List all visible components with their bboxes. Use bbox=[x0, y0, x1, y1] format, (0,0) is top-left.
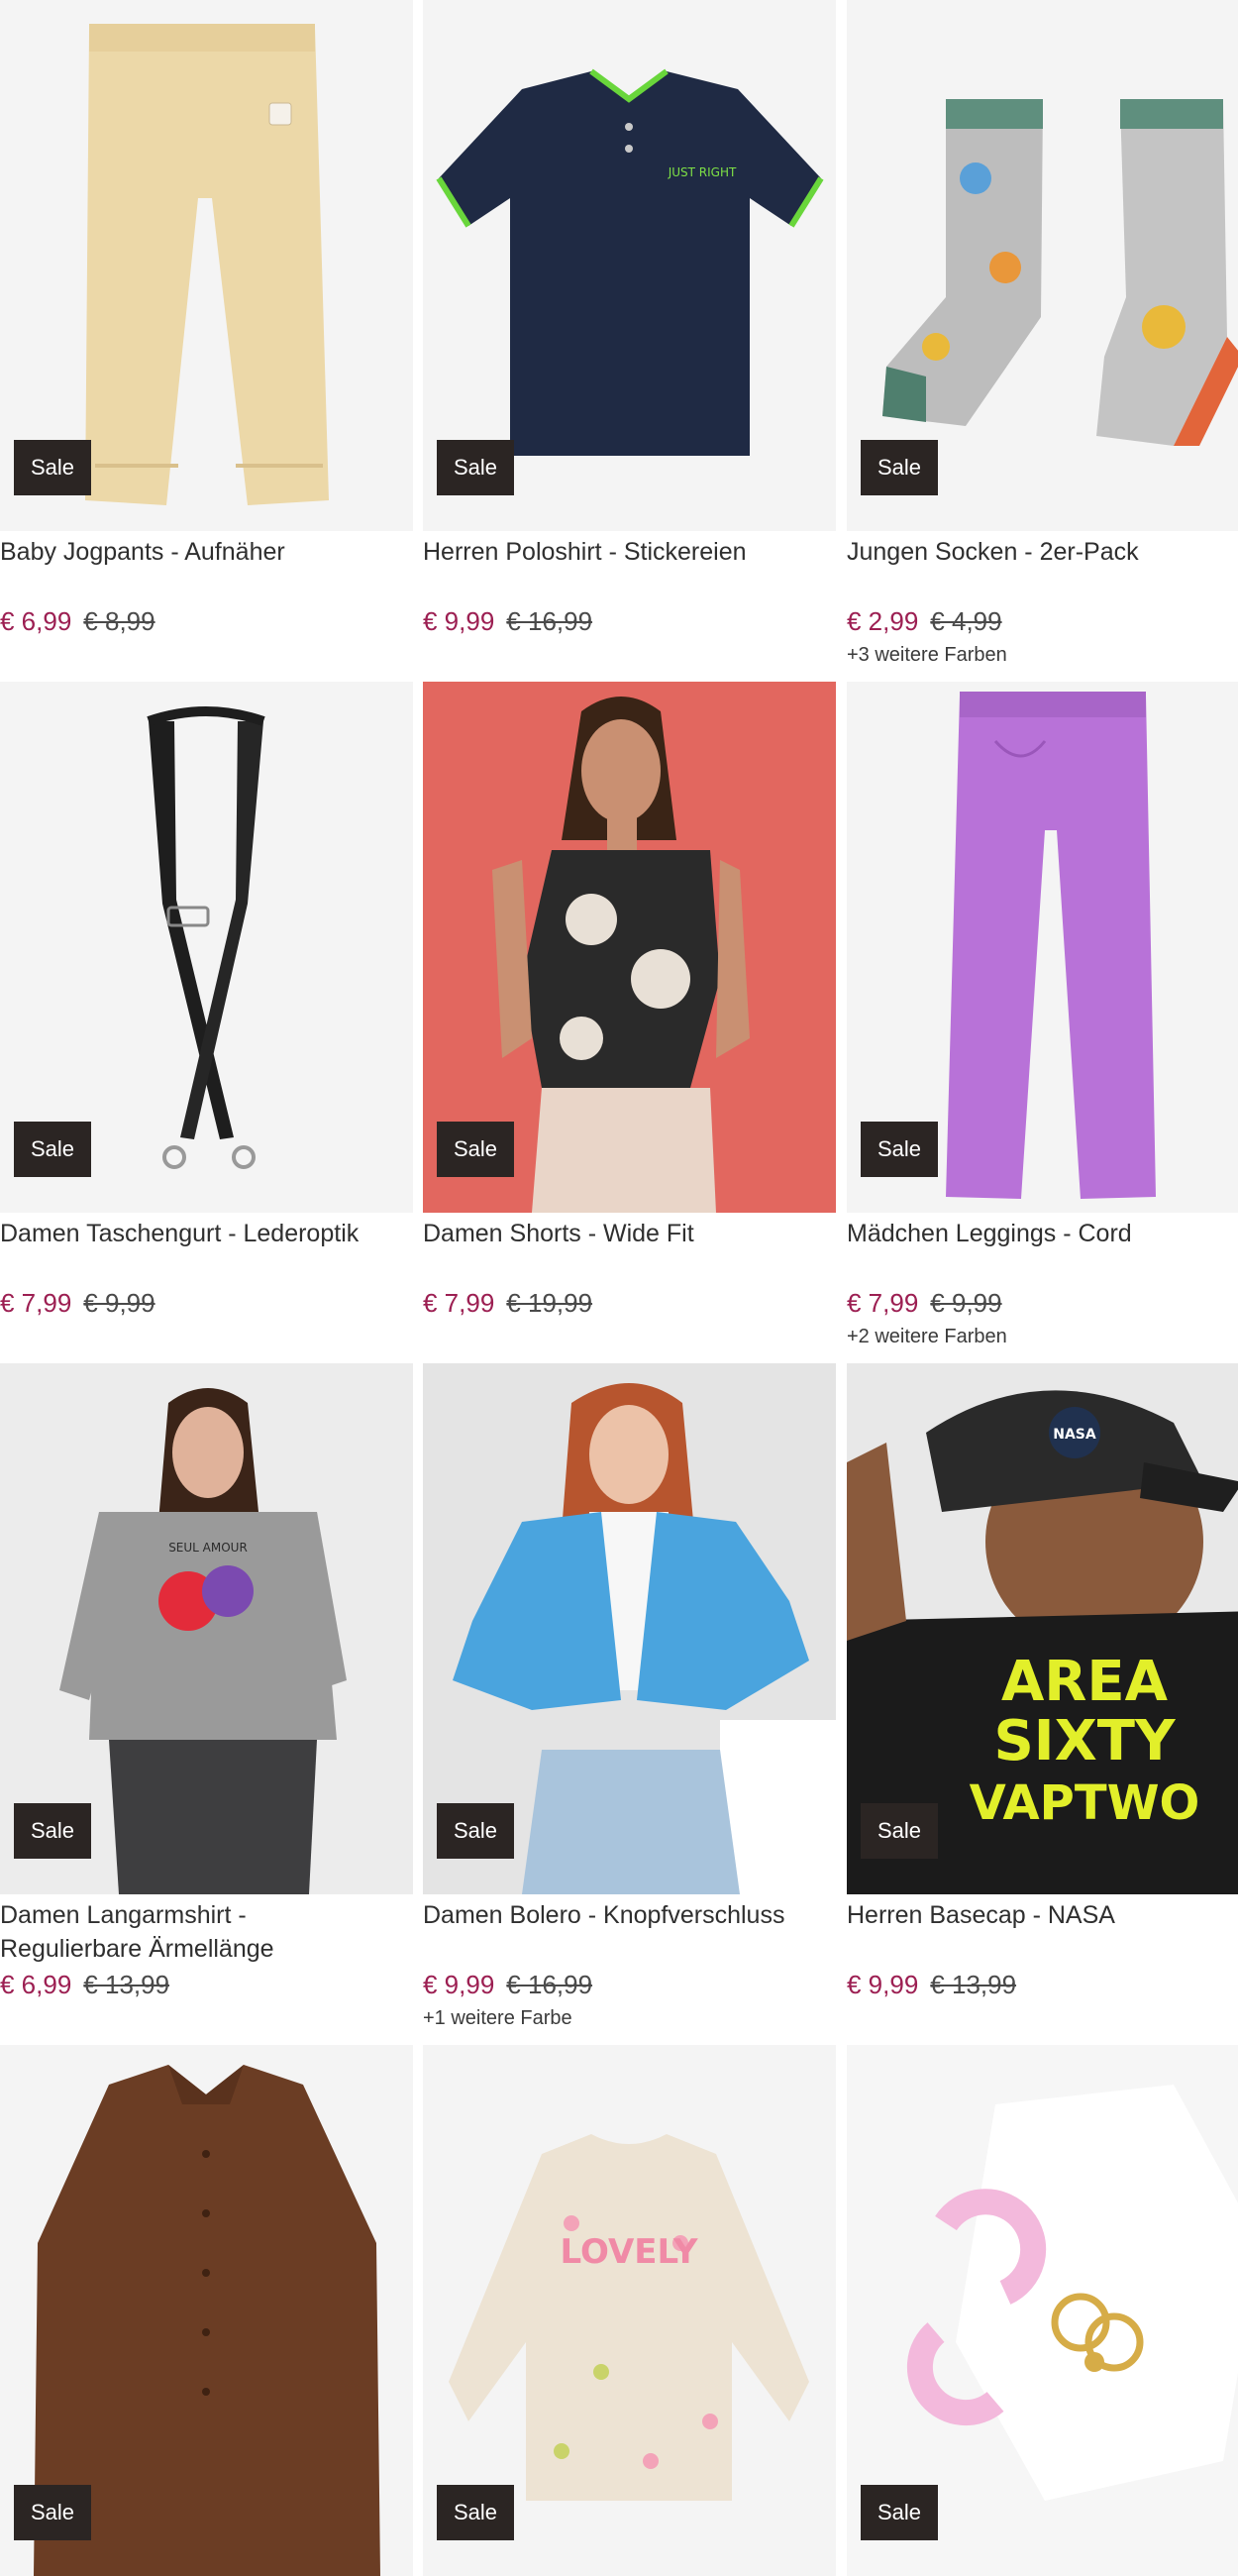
tee-print-line-3: VAPTWO bbox=[970, 1775, 1200, 1831]
product-image[interactable]: NASA AREA SIXTY VAPTWO Sale bbox=[847, 1363, 1238, 1894]
sale-price: € 2,99 bbox=[847, 606, 919, 636]
price-row: € 7,99 € 19,99 bbox=[423, 1286, 836, 1324]
price-row: € 6,99 € 8,99 bbox=[0, 604, 413, 642]
sale-badge: Sale bbox=[437, 1803, 514, 1859]
product-card-earrings[interactable]: Sale bbox=[847, 2045, 1238, 2576]
original-price: € 4,99 bbox=[930, 606, 1002, 636]
product-card-baby-jogpants[interactable]: Sale Baby Jogpants - Aufnäher € 6,99 € 8,… bbox=[0, 0, 413, 642]
original-price: € 8,99 bbox=[83, 606, 155, 636]
sale-badge: Sale bbox=[861, 440, 938, 495]
sale-price: € 7,99 bbox=[847, 1288, 919, 1318]
product-image[interactable]: Sale bbox=[0, 2045, 413, 2576]
sale-price: € 9,99 bbox=[423, 606, 495, 636]
sale-price: € 9,99 bbox=[423, 1970, 495, 1999]
product-title[interactable]: Damen Taschengurt - Lederoptik bbox=[0, 1217, 413, 1286]
original-price: € 19,99 bbox=[506, 1288, 593, 1318]
polo-logo-text: JUST RIGHT bbox=[668, 165, 737, 179]
original-price: € 16,99 bbox=[506, 1970, 593, 1999]
sale-badge: Sale bbox=[437, 1122, 514, 1177]
product-image[interactable]: JUST RIGHT Sale bbox=[423, 0, 836, 531]
shirt-print-text: SEUL AMOUR bbox=[168, 1541, 248, 1555]
sale-badge: Sale bbox=[861, 2485, 938, 2540]
product-image[interactable]: Sale bbox=[847, 682, 1238, 1213]
price-row: € 9,99 € 16,99 bbox=[423, 1968, 836, 2005]
product-image[interactable]: Sale bbox=[0, 682, 413, 1213]
sale-price: € 7,99 bbox=[423, 1288, 495, 1318]
product-image[interactable]: Sale bbox=[0, 0, 413, 531]
product-title[interactable]: Jungen Socken - 2er-Pack bbox=[847, 535, 1238, 604]
sweater-print-text: LOVELY bbox=[561, 2232, 698, 2272]
sale-badge: Sale bbox=[861, 1122, 938, 1177]
sale-price: € 7,99 bbox=[0, 1288, 72, 1318]
product-title[interactable]: Damen Bolero - Knopfverschluss bbox=[423, 1898, 836, 1968]
sale-badge: Sale bbox=[437, 2485, 514, 2540]
product-image[interactable]: LOVELY Sale bbox=[423, 2045, 836, 2576]
more-colors[interactable]: +2 weitere Farben bbox=[847, 1324, 1238, 1349]
sale-price: € 6,99 bbox=[0, 1970, 72, 1999]
sale-price: € 6,99 bbox=[0, 606, 72, 636]
original-price: € 9,99 bbox=[83, 1288, 155, 1318]
sale-badge: Sale bbox=[14, 440, 91, 495]
cap-patch-text: NASA bbox=[1053, 1427, 1096, 1443]
sale-badge: Sale bbox=[861, 1803, 938, 1859]
product-card-brown-blouse[interactable]: Sale bbox=[0, 2045, 413, 2576]
price-row: € 9,99 € 16,99 bbox=[423, 604, 836, 642]
sale-badge: Sale bbox=[14, 1803, 91, 1859]
product-title[interactable]: Damen Shorts - Wide Fit bbox=[423, 1217, 836, 1286]
product-card-damen-shorts[interactable]: Sale Damen Shorts - Wide Fit € 7,99 € 19,… bbox=[423, 682, 836, 1324]
product-image[interactable]: Sale bbox=[423, 682, 836, 1213]
product-card-damen-taschengurt[interactable]: Sale Damen Taschengurt - Lederoptik € 7,… bbox=[0, 682, 413, 1324]
product-title[interactable]: Baby Jogpants - Aufnäher bbox=[0, 535, 413, 604]
product-title[interactable]: Herren Poloshirt - Stickereien bbox=[423, 535, 836, 604]
product-card-maedchen-leggings[interactable]: Sale Mädchen Leggings - Cord € 7,99 € 9,9… bbox=[847, 682, 1238, 1349]
product-image[interactable]: Sale bbox=[423, 1363, 836, 1894]
price-row: € 7,99 € 9,99 bbox=[847, 1286, 1238, 1324]
original-price: € 9,99 bbox=[930, 1288, 1002, 1318]
sale-badge: Sale bbox=[14, 2485, 91, 2540]
product-card-herren-poloshirt[interactable]: JUST RIGHT Sale Herren Poloshirt - Stick… bbox=[423, 0, 836, 642]
more-colors[interactable]: +1 weitere Farbe bbox=[423, 2005, 836, 2031]
tee-print-line-2: SIXTY bbox=[993, 1709, 1177, 1773]
sale-badge: Sale bbox=[437, 440, 514, 495]
product-title[interactable]: Damen Langarmshirt - Regulierbare Ärmell… bbox=[0, 1898, 413, 1968]
product-card-damen-langarmshirt[interactable]: SEUL AMOUR Sale Damen Langarmshirt - Reg… bbox=[0, 1363, 413, 2005]
product-image[interactable]: SEUL AMOUR Sale bbox=[0, 1363, 413, 1894]
product-card-floral-sweater[interactable]: LOVELY Sale bbox=[423, 2045, 836, 2576]
product-title[interactable]: Mädchen Leggings - Cord bbox=[847, 1217, 1238, 1286]
product-image[interactable]: Sale bbox=[847, 2045, 1238, 2576]
original-price: € 13,99 bbox=[83, 1970, 170, 1999]
product-card-damen-bolero[interactable]: Sale Damen Bolero - Knopfverschluss € 9,… bbox=[423, 1363, 836, 2031]
product-image[interactable]: Sale bbox=[847, 0, 1238, 531]
price-row: € 7,99 € 9,99 bbox=[0, 1286, 413, 1324]
price-row: € 2,99 € 4,99 bbox=[847, 604, 1238, 642]
original-price: € 13,99 bbox=[930, 1970, 1017, 1999]
price-row: € 6,99 € 13,99 bbox=[0, 1968, 413, 2005]
original-price: € 16,99 bbox=[506, 606, 593, 636]
sale-badge: Sale bbox=[14, 1122, 91, 1177]
product-card-herren-basecap[interactable]: NASA AREA SIXTY VAPTWO Sale Herren Basec… bbox=[847, 1363, 1238, 2005]
product-title[interactable]: Herren Basecap - NASA bbox=[847, 1898, 1238, 1968]
price-row: € 9,99 € 13,99 bbox=[847, 1968, 1238, 2005]
product-card-jungen-socken[interactable]: Sale Jungen Socken - 2er-Pack € 2,99 € 4,… bbox=[847, 0, 1238, 668]
sale-price: € 9,99 bbox=[847, 1970, 919, 1999]
tee-print-line-1: AREA bbox=[1001, 1650, 1169, 1714]
more-colors[interactable]: +3 weitere Farben bbox=[847, 642, 1238, 668]
product-grid: Sale Baby Jogpants - Aufnäher € 6,99 € 8,… bbox=[0, 0, 1238, 2576]
